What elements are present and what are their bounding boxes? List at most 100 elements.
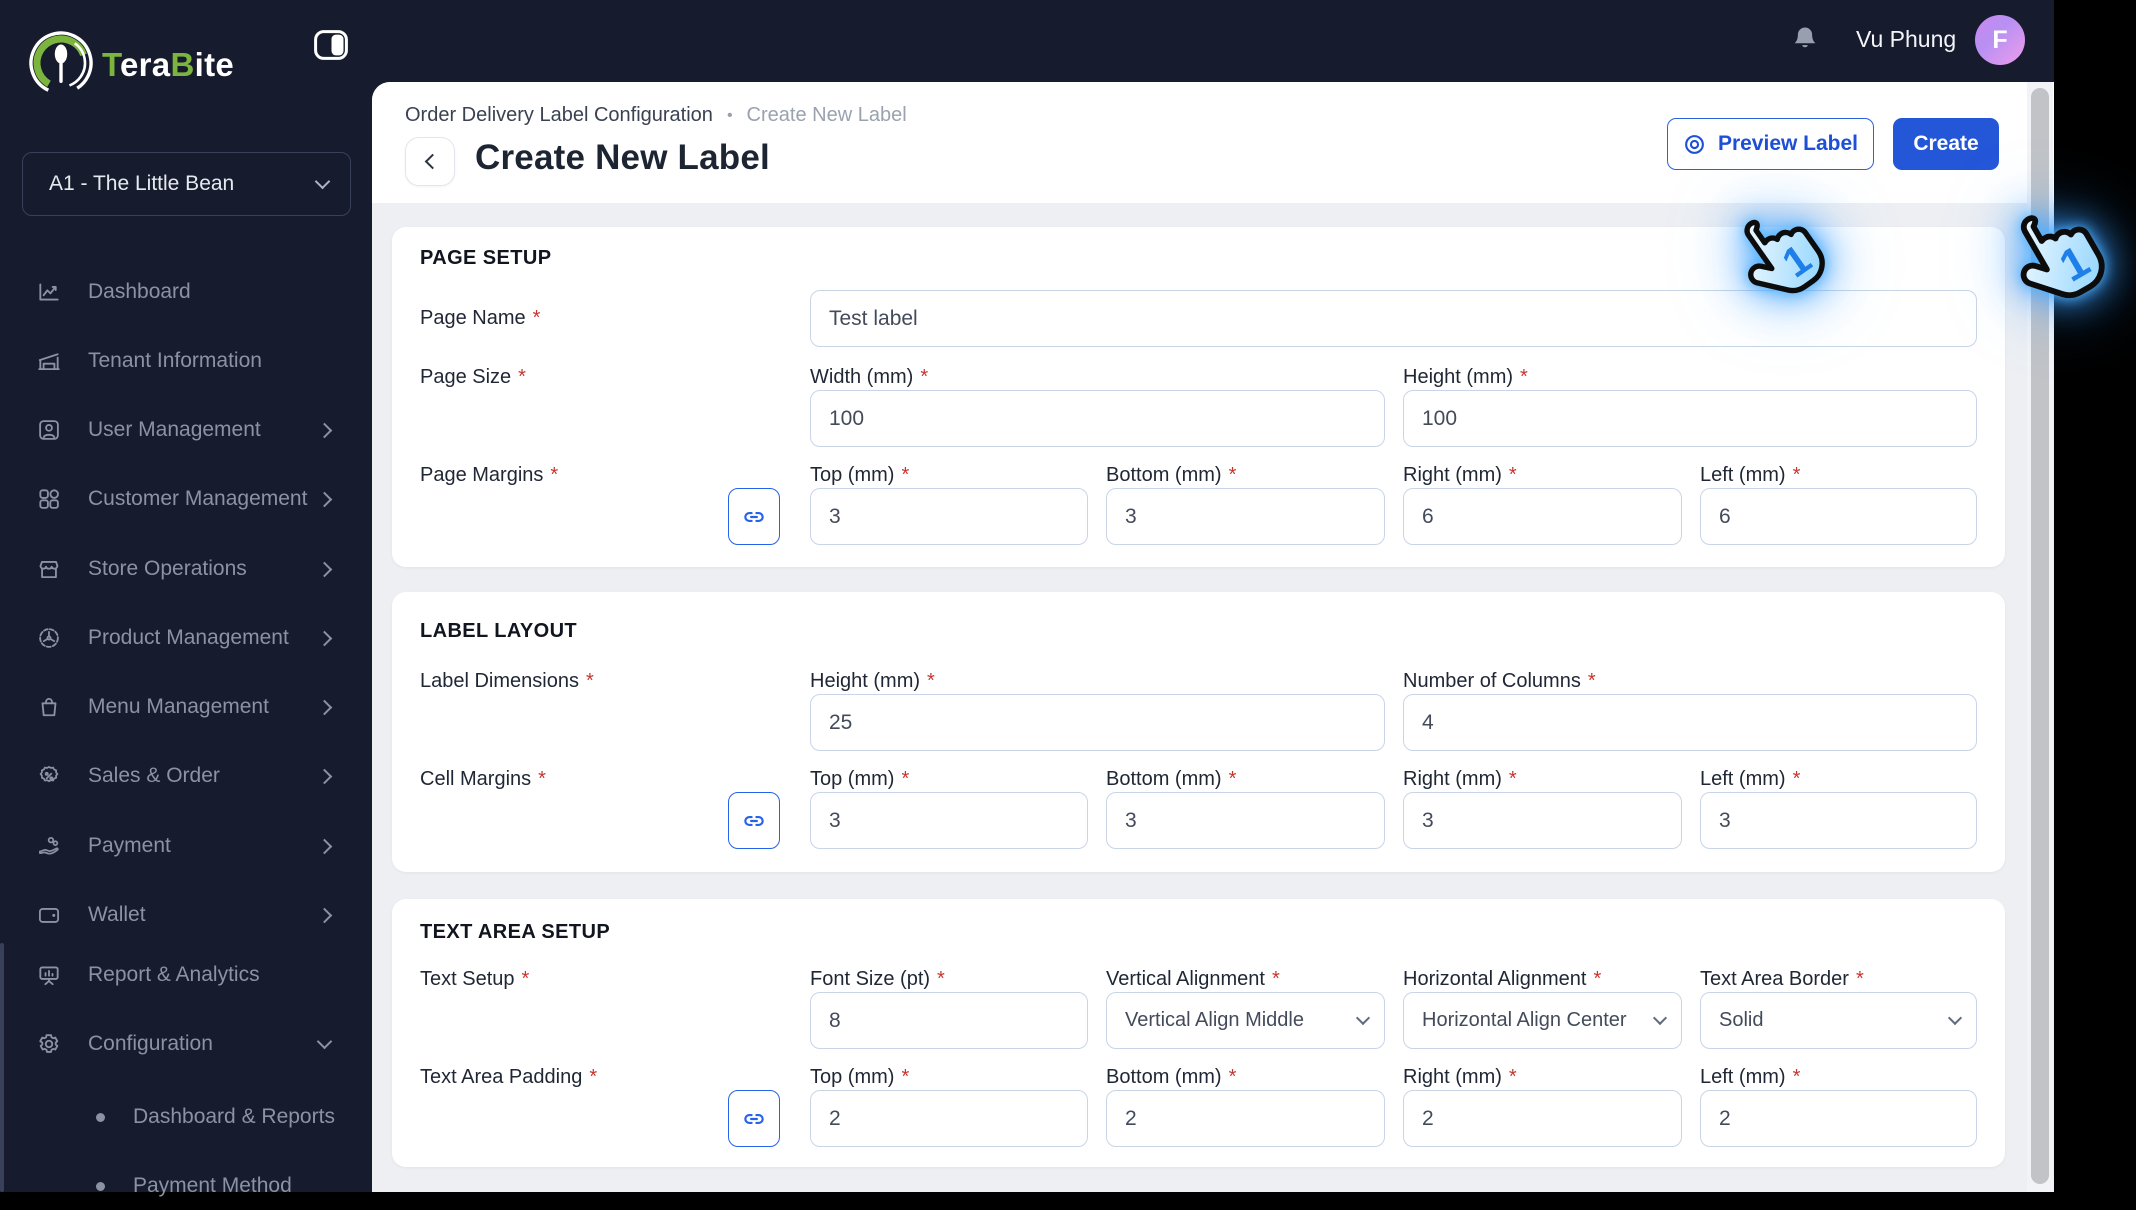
text-setup-label: Text Setup * (420, 968, 530, 990)
breadcrumb: Order Delivery Label Configuration • Cre… (405, 104, 907, 127)
gear-icon (36, 1031, 62, 1057)
section-title: LABEL LAYOUT (420, 620, 578, 642)
sidebar-item-product-management[interactable]: Product Management (0, 614, 372, 662)
cell-margins-label: Cell Margins * (420, 768, 546, 790)
sidebar-item-report-analytics[interactable]: Report & Analytics (0, 951, 372, 999)
user-card-icon (36, 417, 62, 443)
sidebar-item-store-operations[interactable]: Store Operations (0, 545, 372, 593)
sidebar-subitem-dashboard-reports[interactable]: Dashboard & Reports (0, 1093, 372, 1141)
font-size-input[interactable] (810, 992, 1088, 1049)
shopping-bag-icon (36, 694, 62, 720)
text-area-padding-label: Text Area Padding * (420, 1066, 598, 1088)
section-title: PAGE SETUP (420, 247, 552, 269)
padding-top-input[interactable] (810, 1090, 1088, 1147)
bottom-mm-label: Bottom (mm) * (1106, 1066, 1237, 1088)
wallet-icon (36, 902, 62, 928)
horizontal-alignment-label: Horizontal Alignment * (1403, 968, 1602, 990)
cell-margin-bottom-input[interactable] (1106, 792, 1385, 849)
sidebar-item-dashboard[interactable]: Dashboard (0, 268, 372, 316)
sidebar-item-payment[interactable]: Payment (0, 822, 372, 870)
store-selector[interactable]: A1 - The Little Bean (22, 152, 351, 216)
number-of-columns-label: Number of Columns * (1403, 670, 1596, 692)
sidebar-item-tenant-information[interactable]: Tenant Information (0, 337, 372, 385)
page-width-input[interactable] (810, 390, 1385, 447)
breadcrumb-parent[interactable]: Order Delivery Label Configuration (405, 104, 713, 127)
user-name[interactable]: Vu Phung (1856, 26, 1956, 53)
padding-left-input[interactable] (1700, 1090, 1977, 1147)
page-header: Order Delivery Label Configuration • Cre… (372, 82, 2054, 203)
chevron-down-icon (1355, 1010, 1371, 1025)
hand-coins-icon (36, 833, 62, 859)
grid-icon (36, 486, 62, 512)
sidebar-item-configuration[interactable]: Configuration (0, 1020, 372, 1068)
terabite-logo-icon (26, 28, 96, 98)
page-margin-bottom-input[interactable] (1106, 488, 1385, 545)
link-text-area-padding-button[interactable] (728, 1090, 780, 1147)
padding-bottom-input[interactable] (1106, 1090, 1385, 1147)
preview-label-button[interactable]: Preview Label (1667, 118, 1874, 170)
cell-margin-left-input[interactable] (1700, 792, 1977, 849)
svg-text:1: 1 (2051, 235, 2098, 292)
number-of-columns-input[interactable] (1403, 694, 1977, 751)
bottom-mm-label: Bottom (mm) * (1106, 464, 1237, 486)
vertical-alignment-label: Vertical Alignment * (1106, 968, 1280, 990)
sidebar-scrollbar-thumb[interactable] (0, 943, 4, 1192)
section-title: TEXT AREA SETUP (420, 921, 611, 943)
text-area-border-select[interactable]: Solid (1700, 992, 1977, 1049)
left-mm-label: Left (mm) * (1700, 768, 1801, 790)
cell-margin-right-input[interactable] (1403, 792, 1682, 849)
link-cell-margins-button[interactable] (728, 792, 780, 849)
text-area-border-label: Text Area Border * (1700, 968, 1864, 990)
page-margin-top-input[interactable] (810, 488, 1088, 545)
page-margin-left-input[interactable] (1700, 488, 1977, 545)
top-mm-label: Top (mm) * (810, 768, 910, 790)
chevron-right-icon (316, 422, 333, 438)
line-chart-icon (36, 279, 62, 305)
bullet-icon (96, 1181, 105, 1191)
page-setup-card: PAGE SETUP Page Name* Page Size* Width (… (392, 227, 2005, 567)
create-button[interactable]: Create (1893, 118, 1999, 170)
storefront-icon (36, 556, 62, 582)
chevron-down-icon (1947, 1010, 1963, 1025)
padding-right-input[interactable] (1403, 1090, 1682, 1147)
sidebar-subitem-payment-method[interactable]: Payment Method (0, 1162, 372, 1210)
page-margin-right-input[interactable] (1403, 488, 1682, 545)
vertical-scrollbar (2027, 82, 2053, 1192)
sidebar-collapse-toggle-icon[interactable] (314, 30, 348, 60)
discount-badge-icon (36, 763, 62, 789)
avatar[interactable]: F (1975, 15, 2025, 65)
notification-bell-icon[interactable] (1790, 22, 1820, 56)
app-window: TeraBite A1 - The Little Bean Dashboard … (0, 0, 2054, 1197)
chevron-right-icon (316, 838, 333, 854)
sidebar-item-menu-management[interactable]: Menu Management (0, 683, 372, 731)
vertical-alignment-select[interactable]: Vertical Align Middle (1106, 992, 1385, 1049)
chevron-left-icon (424, 153, 441, 170)
scrollbar-thumb[interactable] (2031, 88, 2049, 1184)
text-area-setup-card: TEXT AREA SETUP Text Setup * Font Size (p… (392, 899, 2005, 1167)
page-height-input[interactable] (1403, 390, 1977, 447)
right-mm-label: Right (mm) * (1403, 768, 1517, 790)
page-name-input[interactable] (810, 290, 1977, 347)
page-margins-label: Page Margins * (420, 464, 559, 486)
link-icon (744, 1113, 764, 1124)
sidebar-item-customer-management[interactable]: Customer Management (0, 475, 372, 523)
page-size-label: Page Size * (420, 366, 526, 388)
link-margins-button[interactable] (728, 488, 780, 545)
chevron-right-icon (316, 491, 333, 507)
back-button[interactable] (405, 137, 455, 186)
label-height-input[interactable] (810, 694, 1385, 751)
sidebar-item-wallet[interactable]: Wallet (0, 891, 372, 939)
sidebar-item-user-management[interactable]: User Management (0, 406, 372, 454)
width-mm-label: Width (mm) * (810, 366, 929, 388)
sidebar: TeraBite A1 - The Little Bean Dashboard … (0, 0, 372, 1197)
label-layout-card: LABEL LAYOUT Label Dimensions * Height (m… (392, 592, 2005, 872)
page-name-label: Page Name * (420, 307, 541, 329)
horizontal-alignment-select[interactable]: Horizontal Align Center (1403, 992, 1682, 1049)
cell-margin-top-input[interactable] (810, 792, 1088, 849)
cog-wheel-icon (36, 625, 62, 651)
font-size-label: Font Size (pt) * (810, 968, 945, 990)
sidebar-item-sales-order[interactable]: Sales & Order (0, 752, 372, 800)
chevron-down-icon (314, 173, 331, 189)
chevron-right-icon (316, 561, 333, 577)
bullet-icon (96, 1112, 105, 1122)
